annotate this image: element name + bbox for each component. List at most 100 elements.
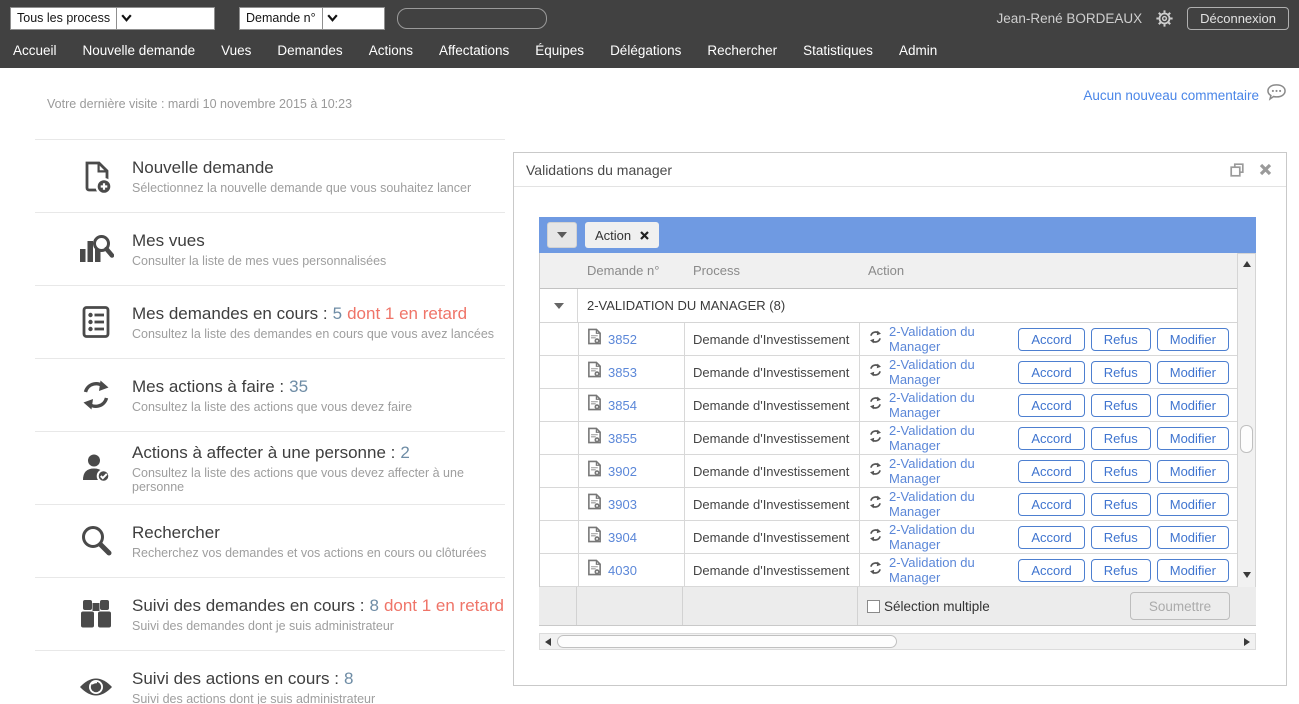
modifier-button[interactable]: Modifier	[1157, 427, 1229, 450]
accord-button[interactable]: Accord	[1018, 394, 1084, 417]
toolbar-dropdown-button[interactable]	[547, 222, 577, 248]
accord-button[interactable]: Accord	[1018, 328, 1084, 351]
group-row[interactable]: 2-VALIDATION DU MANAGER (8)	[540, 289, 1237, 323]
nav-item-accueil[interactable]: Accueil	[0, 37, 70, 64]
menu-item[interactable]: Actions à affecter à une personne :2Cons…	[35, 431, 505, 504]
close-icon[interactable]	[1259, 163, 1272, 176]
vertical-scrollbar-thumb[interactable]	[1240, 425, 1253, 453]
action-link[interactable]: 2-Validation du Manager	[889, 357, 1012, 387]
submit-button[interactable]: Soumettre	[1130, 592, 1230, 620]
group-collapse-icon[interactable]	[540, 289, 578, 322]
demande-link[interactable]: 3855	[608, 431, 637, 446]
action-link[interactable]: 2-Validation du Manager	[889, 555, 1012, 585]
nav-item-demandes[interactable]: Demandes	[264, 37, 355, 64]
accord-button[interactable]: Accord	[1018, 559, 1084, 582]
nav-item-admin[interactable]: Admin	[886, 37, 950, 64]
modifier-button[interactable]: Modifier	[1157, 526, 1229, 549]
menu-item[interactable]: Suivi des actions en cours :8Suivi des a…	[35, 650, 505, 704]
search-type-select[interactable]: Demande n°	[239, 7, 385, 30]
eye-icon	[73, 675, 119, 699]
demande-link[interactable]: 3904	[608, 530, 637, 545]
modifier-button[interactable]: Modifier	[1157, 559, 1229, 582]
action-link[interactable]: 2-Validation du Manager	[889, 522, 1012, 552]
search-input[interactable]	[397, 8, 547, 29]
search-icon	[73, 524, 119, 558]
document-gear-icon	[587, 361, 602, 383]
action-link[interactable]: 2-Validation du Manager	[889, 489, 1012, 519]
process-select[interactable]: Tous les process	[10, 7, 215, 30]
process-name: Demande d'Investissement	[693, 398, 849, 413]
menu-item[interactable]: Suivi des demandes en cours :8dont 1 en …	[35, 577, 505, 650]
nav-item-statistiques[interactable]: Statistiques	[790, 37, 886, 64]
nav-item-d-l-gations[interactable]: Délégations	[597, 37, 694, 64]
count-badge: 8	[344, 669, 353, 688]
logout-button[interactable]: Déconnexion	[1187, 7, 1289, 30]
list-icon	[73, 305, 119, 339]
gear-icon[interactable]	[1155, 9, 1174, 28]
menu-item-subtitle: Consulter la liste de mes vues personnal…	[132, 254, 386, 268]
popout-icon[interactable]	[1230, 163, 1244, 177]
accord-button[interactable]: Accord	[1018, 493, 1084, 516]
comments-link[interactable]: Aucun nouveau commentaire	[1083, 83, 1287, 107]
header-action[interactable]: Action	[859, 263, 1237, 278]
header-demande[interactable]: Demande n°	[578, 263, 684, 278]
menu-item[interactable]: Mes actions à faire :35Consultez la list…	[35, 358, 505, 431]
modifier-button[interactable]: Modifier	[1157, 394, 1229, 417]
accord-button[interactable]: Accord	[1018, 361, 1084, 384]
process-select-value: Tous les process	[11, 8, 116, 29]
modifier-button[interactable]: Modifier	[1157, 361, 1229, 384]
horizontal-scrollbar-thumb[interactable]	[557, 635, 897, 648]
nav-item-nouvelle-demande[interactable]: Nouvelle demande	[70, 37, 209, 64]
refus-button[interactable]: Refus	[1091, 361, 1151, 384]
nav-item-rechercher[interactable]: Rechercher	[694, 37, 790, 64]
row-expand-cell	[540, 356, 578, 388]
refus-button[interactable]: Refus	[1091, 394, 1151, 417]
menu-item[interactable]: RechercherRecherchez vos demandes et vos…	[35, 504, 505, 577]
comments-link-label: Aucun nouveau commentaire	[1083, 88, 1259, 103]
accord-button[interactable]: Accord	[1018, 460, 1084, 483]
refus-button[interactable]: Refus	[1091, 493, 1151, 516]
header-process[interactable]: Process	[684, 263, 859, 278]
menu-item-subtitle: Consultez la liste des actions que vous …	[132, 466, 505, 494]
nav-item--quipes[interactable]: Équipes	[522, 37, 597, 64]
menu-item-title: Mes actions à faire :35	[132, 377, 412, 397]
vertical-scrollbar[interactable]	[1237, 253, 1256, 587]
scroll-right-icon[interactable]	[1239, 634, 1255, 649]
scroll-down-icon[interactable]	[1238, 567, 1255, 583]
action-link[interactable]: 2-Validation du Manager	[889, 390, 1012, 420]
nav-item-actions[interactable]: Actions	[356, 37, 426, 64]
action-link[interactable]: 2-Validation du Manager	[889, 423, 1012, 453]
nav-item-vues[interactable]: Vues	[208, 37, 264, 64]
demande-link[interactable]: 4030	[608, 563, 637, 578]
nav-item-affectations[interactable]: Affectations	[426, 37, 522, 64]
scroll-left-icon[interactable]	[540, 634, 556, 649]
menu-item[interactable]: Nouvelle demandeSélectionnez la nouvelle…	[35, 139, 505, 212]
scroll-up-icon[interactable]	[1238, 256, 1255, 272]
demande-link[interactable]: 3854	[608, 398, 637, 413]
demande-link[interactable]: 3853	[608, 365, 637, 380]
refus-button[interactable]: Refus	[1091, 526, 1151, 549]
accord-button[interactable]: Accord	[1018, 526, 1084, 549]
filter-chip-action[interactable]: Action	[585, 222, 659, 248]
remove-filter-icon[interactable]	[640, 231, 649, 240]
refus-button[interactable]: Refus	[1091, 460, 1151, 483]
action-link[interactable]: 2-Validation du Manager	[889, 324, 1012, 354]
refus-button[interactable]: Refus	[1091, 328, 1151, 351]
demande-link[interactable]: 3902	[608, 464, 637, 479]
multi-select-checkbox[interactable]	[867, 600, 880, 613]
table-footer: Sélection multiple Soumettre	[539, 587, 1256, 626]
menu-item[interactable]: Mes vuesConsulter la liste de mes vues p…	[35, 212, 505, 285]
demande-link[interactable]: 3852	[608, 332, 637, 347]
action-link[interactable]: 2-Validation du Manager	[889, 456, 1012, 486]
menu-item[interactable]: Mes demandes en cours :5dont 1 en retard…	[35, 285, 505, 358]
comment-bubble-icon	[1266, 83, 1287, 107]
accord-button[interactable]: Accord	[1018, 427, 1084, 450]
refus-button[interactable]: Refus	[1091, 427, 1151, 450]
horizontal-scrollbar[interactable]	[539, 633, 1256, 650]
refus-button[interactable]: Refus	[1091, 559, 1151, 582]
modifier-button[interactable]: Modifier	[1157, 328, 1229, 351]
document-gear-icon	[587, 394, 602, 416]
demande-link[interactable]: 3903	[608, 497, 637, 512]
modifier-button[interactable]: Modifier	[1157, 460, 1229, 483]
modifier-button[interactable]: Modifier	[1157, 493, 1229, 516]
